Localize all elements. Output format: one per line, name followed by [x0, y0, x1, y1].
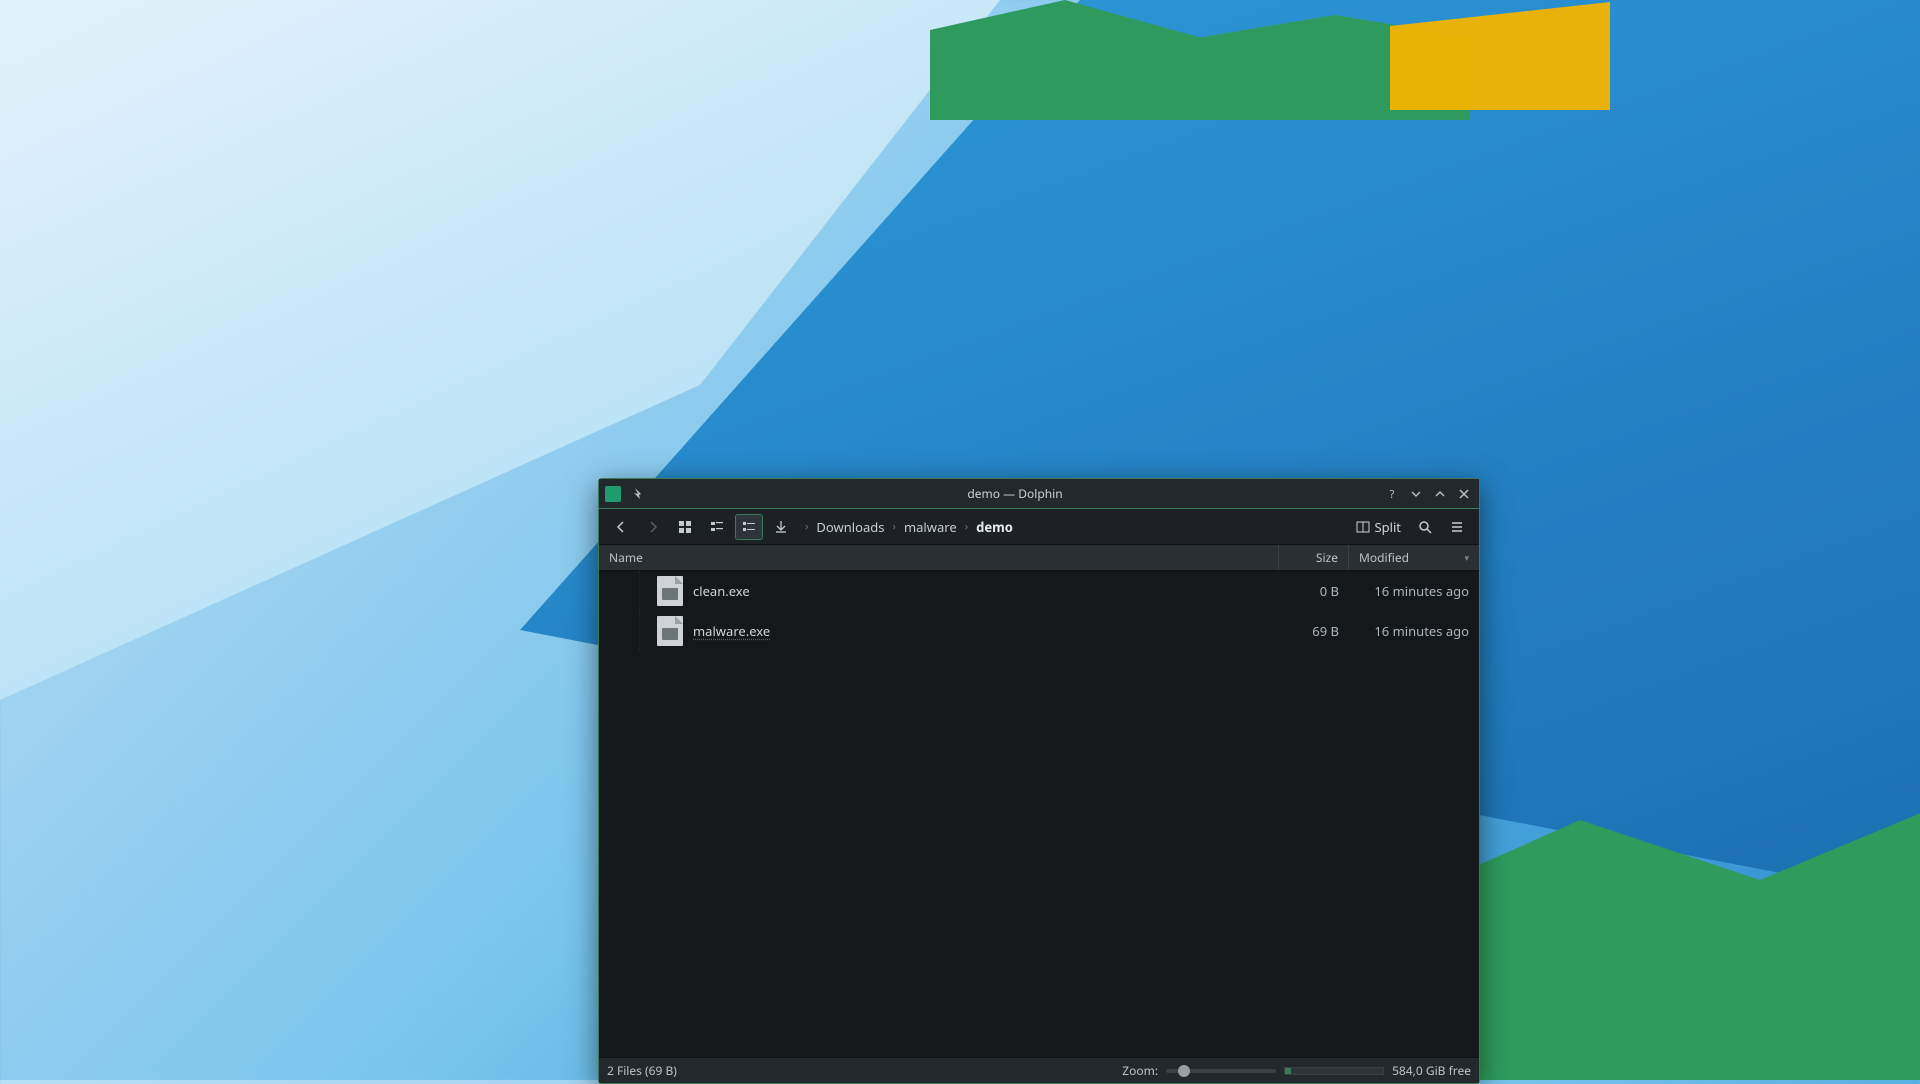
column-headers: Name Size Modified ▾	[599, 545, 1479, 571]
window-title: demo — Dolphin	[647, 485, 1383, 502]
executable-file-icon	[657, 616, 683, 646]
file-modified: 16 minutes ago	[1349, 622, 1479, 640]
view-details-button[interactable]	[735, 514, 763, 540]
statusbar: 2 Files (69 B) Zoom: 584,0 GiB free	[599, 1057, 1479, 1083]
view-compact-button[interactable]	[703, 514, 731, 540]
maximize-button[interactable]	[1431, 485, 1449, 503]
help-button[interactable]: ?	[1383, 485, 1401, 503]
zoom-control: Zoom:	[1122, 1062, 1276, 1079]
chevron-right-icon: ›	[803, 519, 810, 534]
nav-forward-button	[639, 514, 667, 540]
breadcrumb-item[interactable]: malware	[900, 516, 961, 538]
split-label: Split	[1374, 518, 1401, 536]
breadcrumb: › Downloads › malware › demo	[803, 516, 1346, 538]
search-button[interactable]	[1411, 514, 1439, 540]
chevron-right-icon: ›	[891, 519, 898, 534]
file-modified: 16 minutes ago	[1349, 582, 1479, 600]
svg-text:?: ?	[1390, 488, 1395, 500]
file-row[interactable]: clean.exe 0 B 16 minutes ago	[599, 571, 1479, 611]
breadcrumb-item[interactable]: Downloads	[812, 516, 888, 538]
pin-icon[interactable]	[629, 485, 647, 503]
app-icon	[605, 486, 621, 502]
file-manager-window: demo — Dolphin ?	[598, 478, 1480, 1084]
file-row[interactable]: malware.exe 69 B 16 minutes ago	[599, 611, 1479, 651]
view-icons-button[interactable]	[671, 514, 699, 540]
chevron-right-icon: ›	[963, 519, 970, 534]
disk-free: 584,0 GiB free	[1392, 1062, 1471, 1079]
hamburger-menu-button[interactable]	[1443, 514, 1471, 540]
zoom-slider-thumb[interactable]	[1178, 1065, 1190, 1077]
split-view-button[interactable]: Split	[1350, 518, 1407, 536]
minimize-button[interactable]	[1407, 485, 1425, 503]
file-list[interactable]: clean.exe 0 B 16 minutes ago malware.exe…	[599, 571, 1479, 1057]
toolbar: › Downloads › malware › demo Split	[599, 509, 1479, 545]
url-navigator-button[interactable]	[767, 514, 795, 540]
file-name: malware.exe	[693, 622, 1279, 640]
tree-guide	[639, 571, 653, 611]
column-header-name[interactable]: Name	[599, 545, 1279, 570]
file-size: 0 B	[1279, 582, 1349, 600]
disk-capacity-bar	[1284, 1067, 1384, 1075]
zoom-label: Zoom:	[1122, 1062, 1158, 1079]
file-name: clean.exe	[693, 582, 1279, 600]
chevron-down-icon: ▾	[1464, 551, 1469, 564]
nav-back-button[interactable]	[607, 514, 635, 540]
breadcrumb-item-current[interactable]: demo	[972, 516, 1017, 538]
status-summary: 2 Files (69 B)	[607, 1062, 677, 1079]
titlebar[interactable]: demo — Dolphin ?	[599, 479, 1479, 509]
close-button[interactable]	[1455, 485, 1473, 503]
file-size: 69 B	[1279, 622, 1349, 640]
column-header-modified[interactable]: Modified ▾	[1349, 545, 1479, 570]
tree-guide	[639, 611, 653, 651]
zoom-slider[interactable]	[1166, 1069, 1276, 1073]
column-header-size[interactable]: Size	[1279, 545, 1349, 570]
executable-file-icon	[657, 576, 683, 606]
